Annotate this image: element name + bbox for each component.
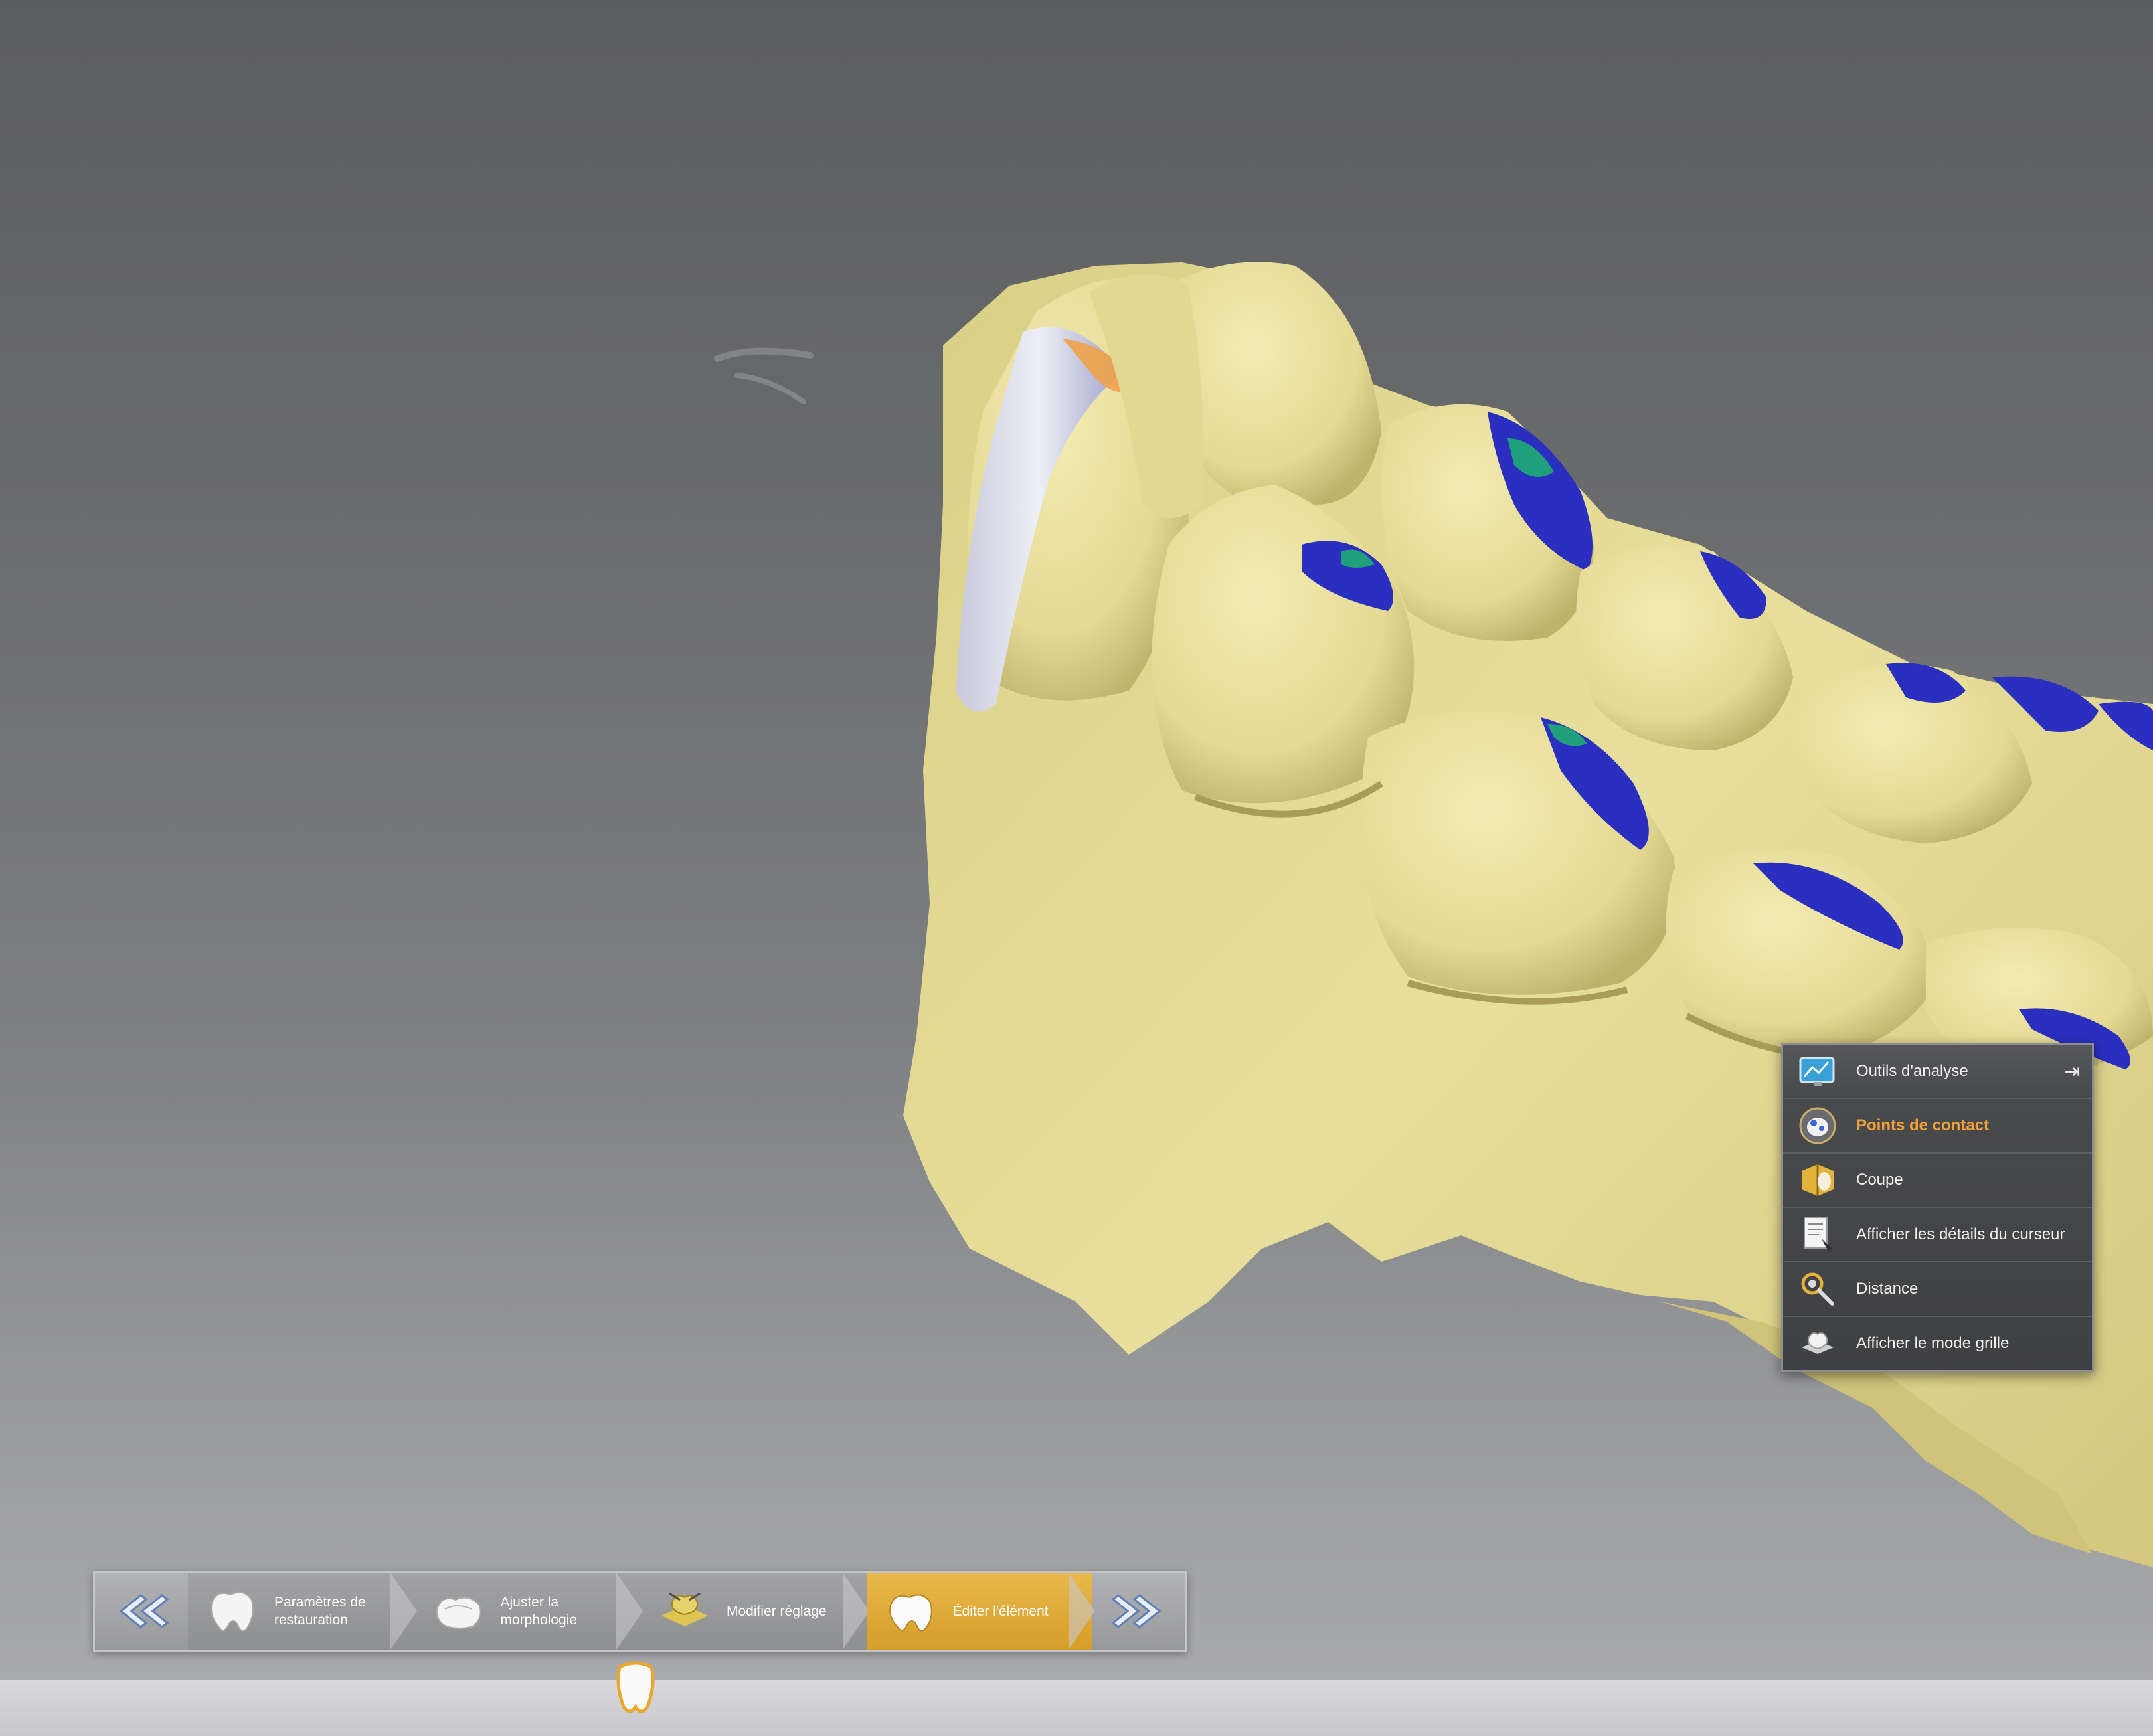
- step-adjust-morphology[interactable]: Ajuster la morphologie: [414, 1573, 643, 1650]
- 3d-viewport[interactable]: Outils d'analyse ⇥ Points de contact Cou…: [0, 0, 2153, 1680]
- tool-distance[interactable]: Distance: [1783, 1262, 2092, 1317]
- edit-element-icon: [889, 1594, 932, 1632]
- step-restoration-parameters[interactable]: Paramètres de restauration: [188, 1573, 416, 1650]
- tool-contact-points[interactable]: Points de contact: [1783, 1099, 2092, 1154]
- cursor-details-icon: [1796, 1215, 1839, 1255]
- step-modify-settings[interactable]: Modifier réglage: [640, 1573, 869, 1650]
- next-step-button[interactable]: [1092, 1573, 1185, 1650]
- step-label: Paramètres de restauration: [274, 1595, 366, 1628]
- tooth-parameters-icon: [211, 1591, 254, 1632]
- grid-mode-icon: [1796, 1324, 1839, 1363]
- tool-label: Distance: [1856, 1280, 1919, 1298]
- tool-grid-mode[interactable]: Afficher le mode grille: [1783, 1317, 2092, 1370]
- tool-label: Coupe: [1856, 1171, 1903, 1189]
- tool-section-cut[interactable]: Coupe: [1783, 1154, 2092, 1208]
- tool-label: Afficher les détails du curseur: [1856, 1225, 2065, 1243]
- analysis-panel-header[interactable]: Outils d'analyse ⇥: [1783, 1045, 2092, 1099]
- step-label: Ajuster la morphologie: [500, 1595, 578, 1628]
- tool-cursor-details[interactable]: Afficher les détails du curseur: [1783, 1208, 2092, 1262]
- tool-label: Points de contact: [1856, 1116, 1990, 1134]
- distance-caliper-icon: [1796, 1269, 1839, 1309]
- tooth-morphology-icon: [436, 1597, 481, 1629]
- element-selection-strip: [0, 1680, 2153, 1736]
- analysis-tools-panel: Outils d'analyse ⇥ Points de contact Cou…: [1781, 1043, 2094, 1372]
- section-cut-icon: [1796, 1160, 1839, 1200]
- previous-step-button[interactable]: [95, 1573, 188, 1650]
- tool-label: Afficher le mode grille: [1856, 1334, 2010, 1352]
- double-chevron-left-icon: [119, 1594, 169, 1628]
- workflow-step-bar: Paramètres de restauration Ajuster la mo…: [93, 1571, 1187, 1652]
- analysis-panel-title: Outils d'analyse: [1856, 1062, 1968, 1080]
- selected-tooth-icon[interactable]: [614, 1660, 657, 1720]
- double-chevron-right-icon: [1111, 1594, 1162, 1628]
- step-edit-element[interactable]: Éditer l'élément: [866, 1573, 1095, 1650]
- modify-settings-icon: [661, 1592, 708, 1626]
- step-label: Modifier réglage: [727, 1603, 827, 1619]
- step-label: Éditer l'élément: [952, 1603, 1049, 1619]
- dental-3d-model[interactable]: [0, 0, 2153, 1680]
- pin-icon[interactable]: ⇥: [2052, 1051, 2092, 1091]
- contact-points-icon: [1796, 1106, 1839, 1146]
- analysis-monitor-icon: [1796, 1051, 1839, 1091]
